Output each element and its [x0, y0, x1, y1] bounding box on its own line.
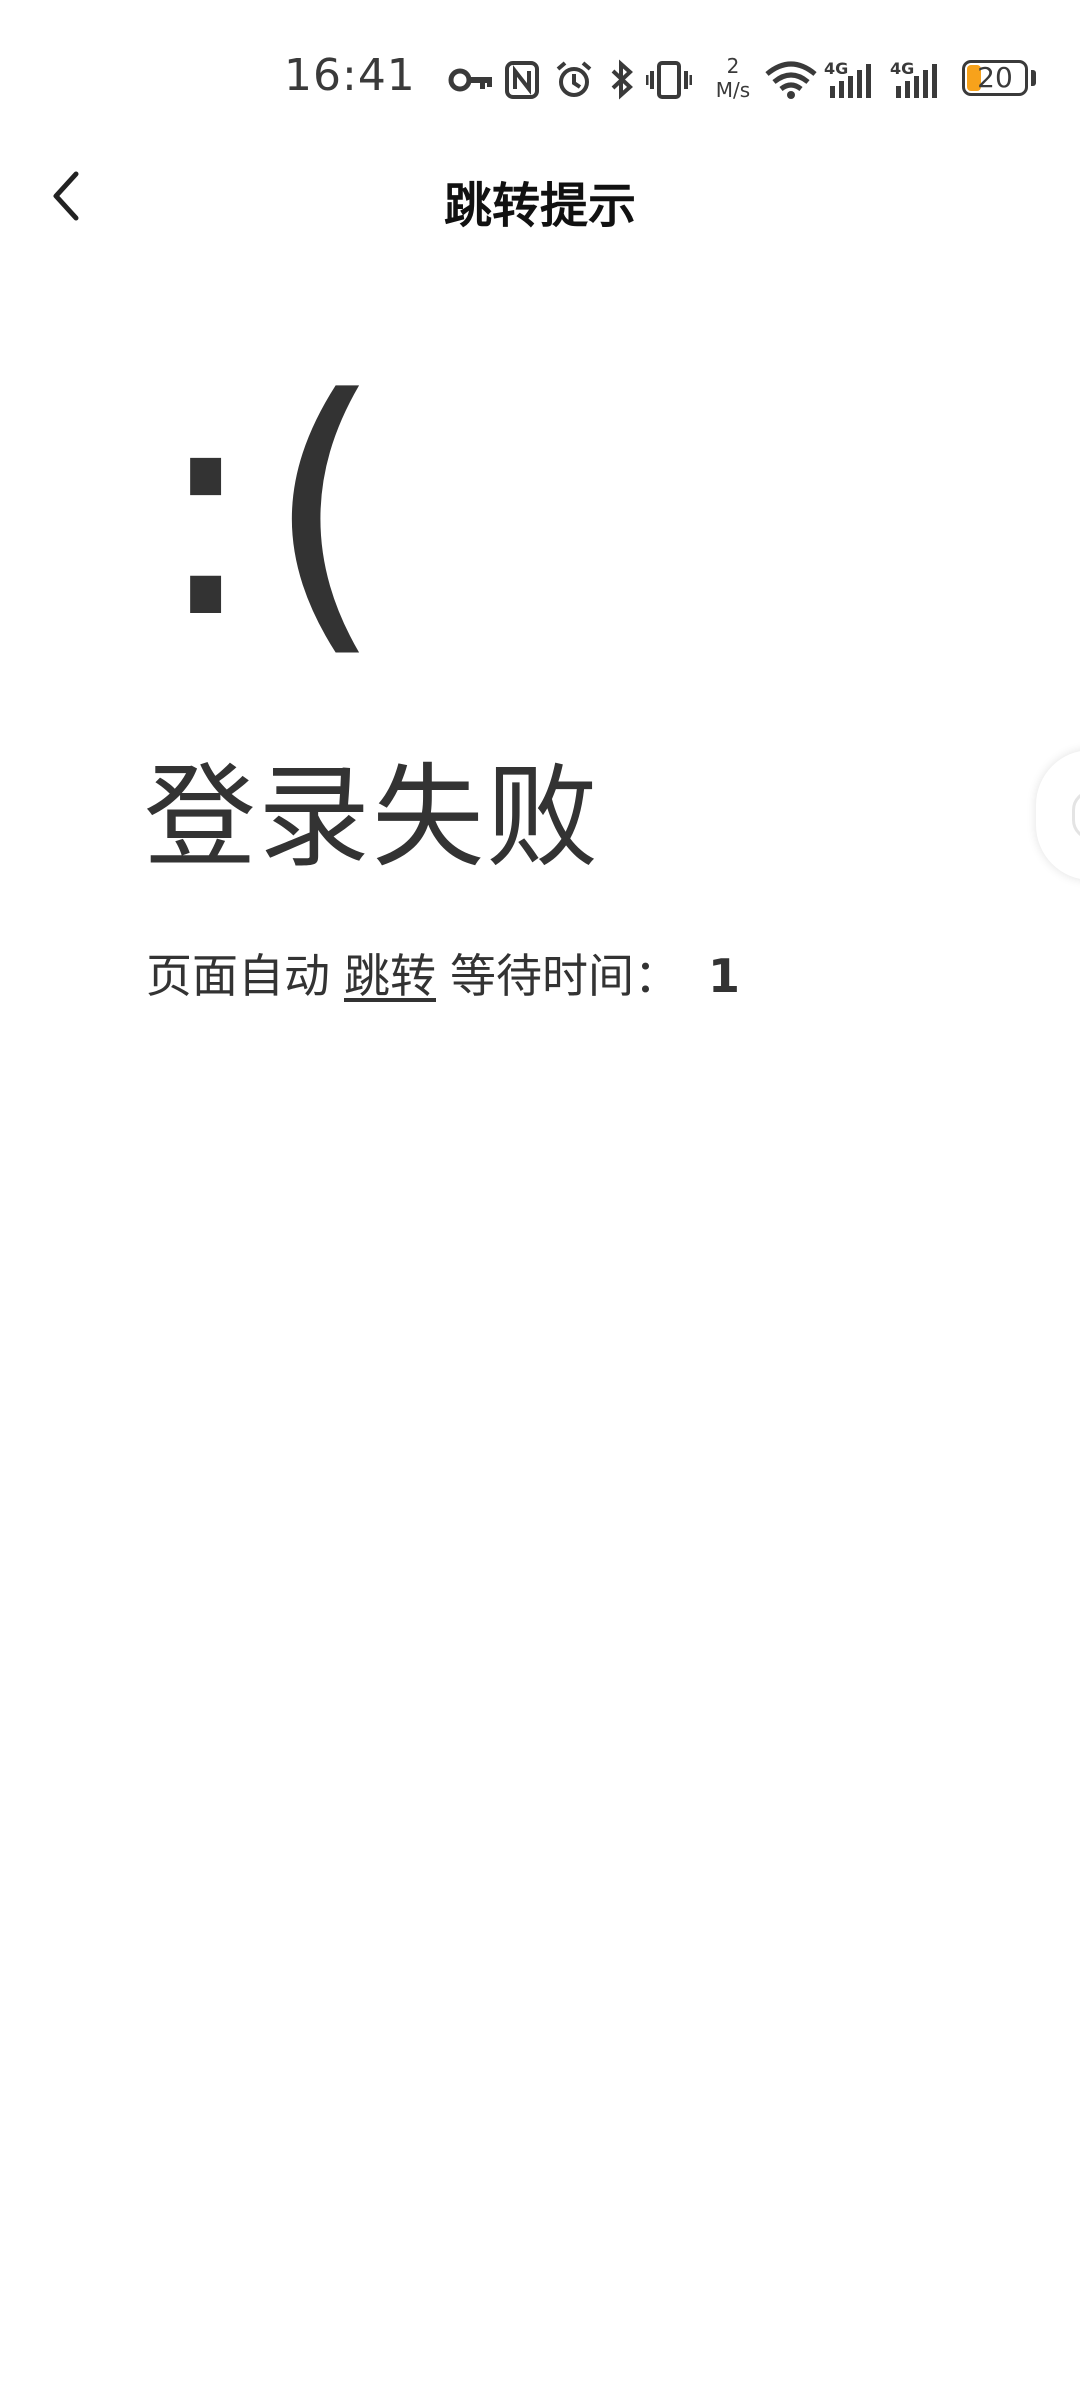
page-title: 跳转提示: [443, 178, 636, 234]
net-speed-value: 2: [726, 54, 740, 78]
alarm-icon: [554, 52, 594, 108]
sad-face-emoticon: :(: [155, 335, 394, 684]
bluetooth-icon: [608, 52, 636, 108]
net-speed: 2 M/s: [708, 56, 758, 100]
vibrate-icon: [646, 52, 692, 108]
countdown-seconds: 1: [708, 949, 741, 1003]
floating-ball-icon: [1072, 790, 1080, 840]
battery-icon: 20: [962, 60, 1028, 96]
nfc-icon: [504, 52, 540, 108]
signal-2-label: 4G: [890, 59, 914, 78]
battery-cap: [1031, 70, 1036, 86]
vpn-key-icon: [448, 52, 494, 108]
floating-ball-handle[interactable]: [1036, 750, 1080, 880]
screen: 16:41 2 M/s 4G 4G 20 跳转提示:(登录失败 页面自动 跳…: [0, 0, 1080, 2400]
signal-4g-icon: 4G: [890, 52, 946, 108]
battery-level: 20: [977, 61, 1013, 94]
redirect-prefix: 页面自动: [146, 949, 330, 1003]
nav-bar: 跳转提示: [0, 160, 1080, 234]
status-time: 16:41: [284, 50, 416, 101]
status-bar: 16:41 2 M/s 4G 4G 20: [0, 0, 1080, 160]
wait-label: 等待时间：: [450, 949, 680, 1003]
net-speed-unit: M/s: [715, 78, 751, 102]
signal-1-label: 4G: [824, 59, 848, 78]
redirect-link[interactable]: 跳转: [344, 949, 436, 1003]
signal-4g-icon: 4G: [824, 52, 880, 108]
redirect-message: 页面自动 跳转 等待时间： 1: [146, 944, 740, 1008]
wifi-icon: [764, 52, 818, 108]
result-title: 登录失败: [144, 753, 600, 883]
